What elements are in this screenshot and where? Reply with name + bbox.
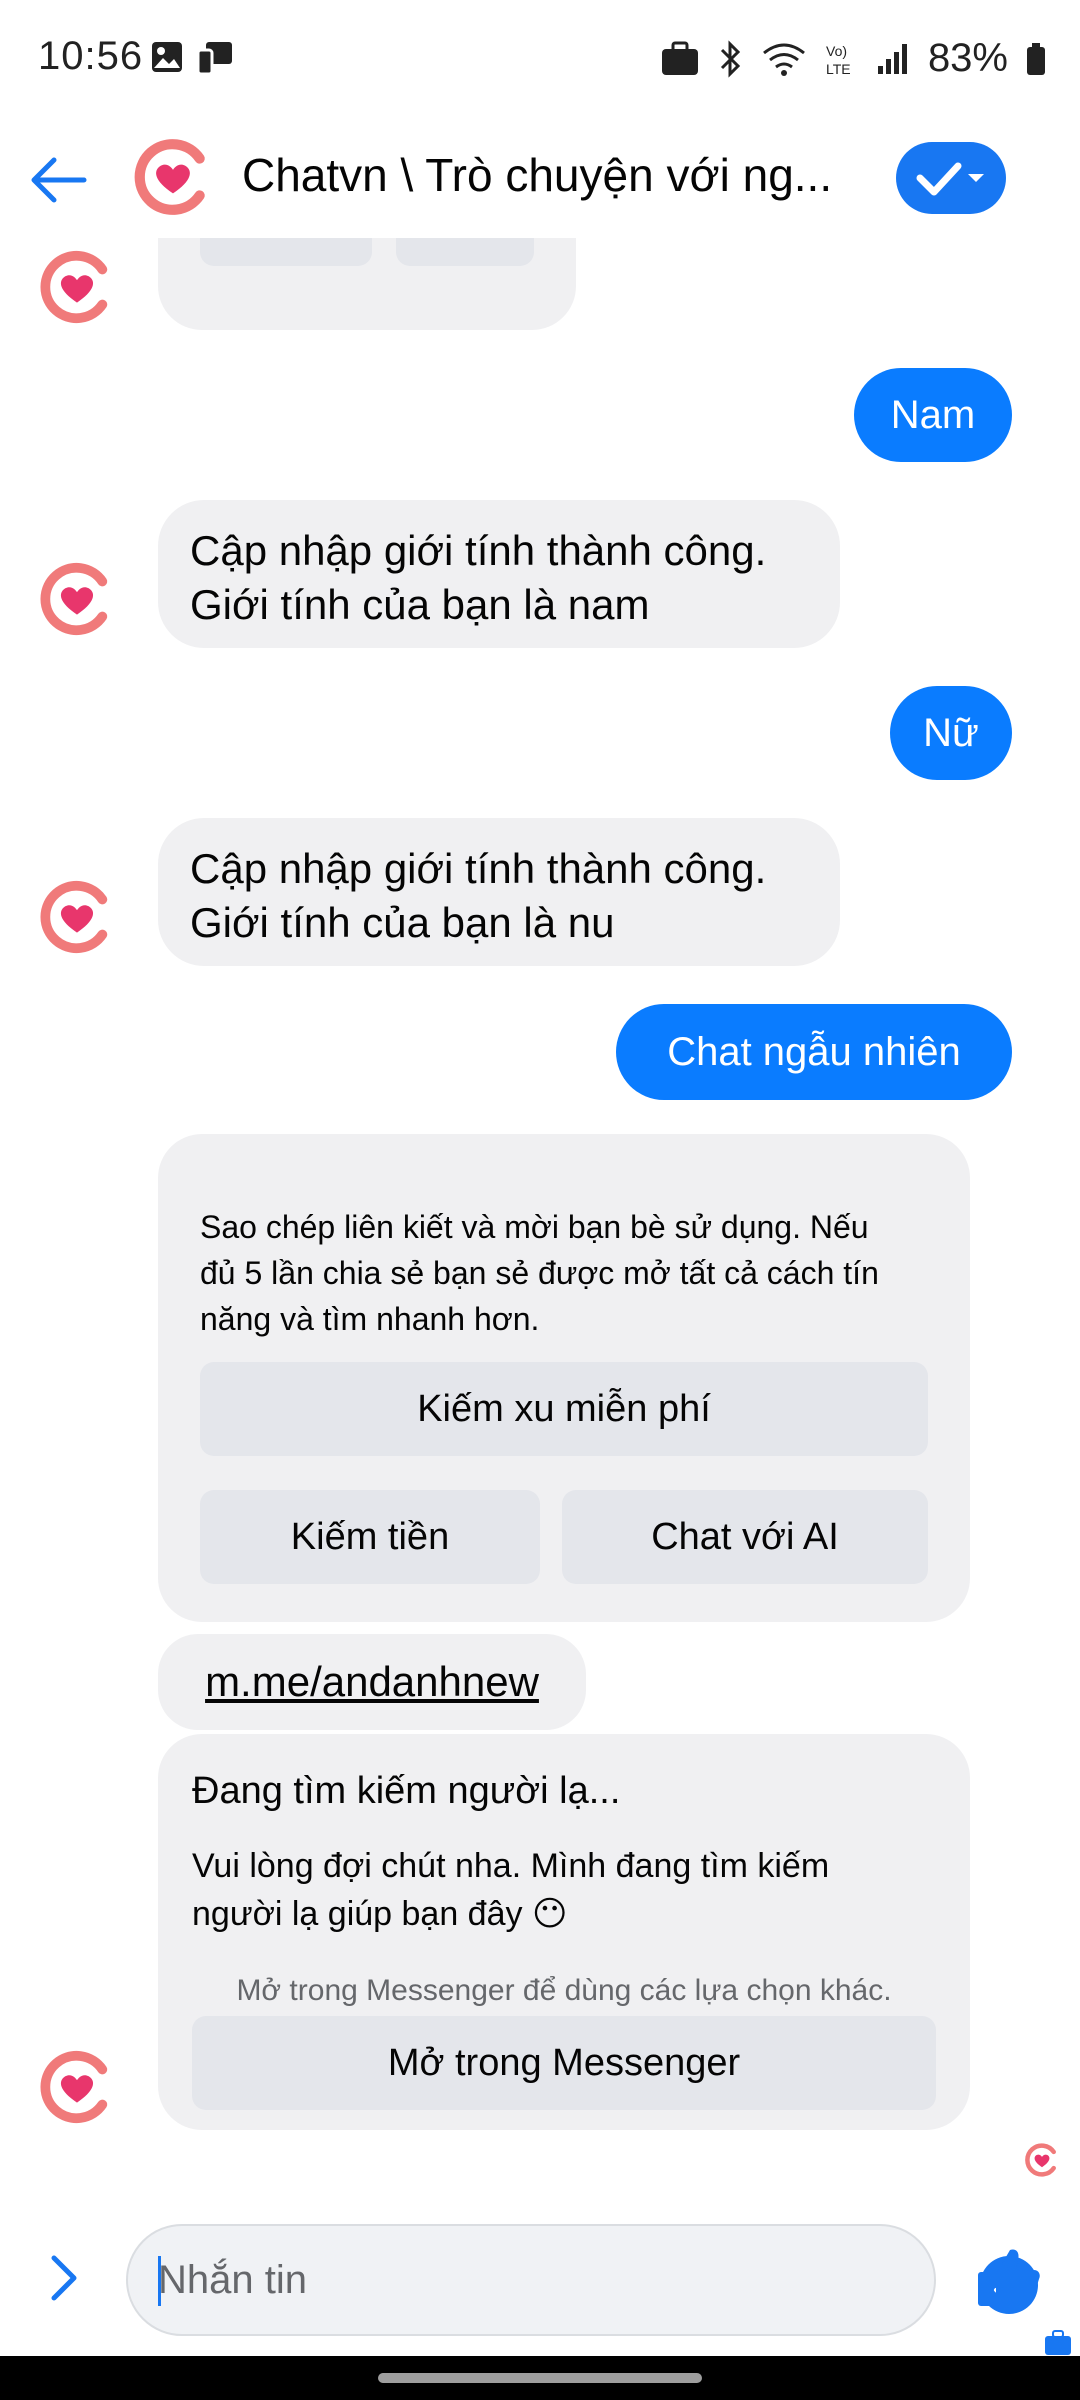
bot-avatar[interactable] bbox=[38, 248, 116, 326]
message-line: Cập nhập giới tính thành công. bbox=[190, 845, 767, 892]
message-line: Giới tính của bạn là nam bbox=[190, 581, 650, 628]
read-receipt-avatar bbox=[1025, 2143, 1056, 2177]
searching-card: Đang tìm kiếm người lạ... Vui lòng đợi c… bbox=[158, 1734, 970, 2130]
bot-avatar[interactable] bbox=[38, 878, 116, 956]
device-icon bbox=[196, 42, 232, 74]
svg-text:LTE: LTE bbox=[826, 61, 851, 77]
incoming-message[interactable]: Cập nhập giới tính thành công. Giới tính… bbox=[158, 818, 840, 966]
briefcase-icon bbox=[661, 41, 698, 75]
bot-avatar[interactable] bbox=[38, 560, 116, 638]
outgoing-message[interactable]: Nam bbox=[854, 368, 1012, 462]
message-placeholder: Nhắn tin bbox=[158, 2258, 307, 2302]
status-time: 10:56 bbox=[38, 34, 144, 78]
searching-title: Đang tìm kiếm người lạ... bbox=[192, 1770, 621, 1812]
outgoing-message[interactable]: Nữ bbox=[890, 686, 1012, 780]
bluetooth-icon bbox=[720, 39, 741, 78]
previous-card-button[interactable] bbox=[200, 238, 372, 266]
back-arrow-icon[interactable] bbox=[26, 148, 90, 212]
battery-icon bbox=[1027, 42, 1045, 75]
share-link[interactable]: m.me/andanhnew bbox=[158, 1634, 586, 1730]
signal-icon bbox=[877, 43, 907, 74]
check-dropdown-icon bbox=[916, 162, 984, 196]
battery-percent: 83% bbox=[927, 36, 1008, 80]
svg-text:Vo): Vo) bbox=[826, 43, 847, 59]
wifi-icon bbox=[763, 43, 805, 76]
chevron-right-icon[interactable] bbox=[36, 2250, 92, 2306]
invite-card: Sao chép liên kiết và mời bạn bè sử dụng… bbox=[158, 1134, 970, 1622]
home-gesture-handle[interactable] bbox=[378, 2373, 702, 2383]
message-line: Cập nhập giới tính thành công. bbox=[190, 527, 767, 574]
previous-card-button[interactable] bbox=[396, 238, 534, 266]
thumbs-up-icon[interactable] bbox=[976, 2244, 1042, 2310]
composer: Nhắn tin bbox=[0, 2218, 1080, 2355]
message-input[interactable]: Nhắn tin bbox=[126, 2224, 1038, 2336]
earn-money-button[interactable]: Kiếm tiền bbox=[200, 1490, 540, 1584]
previous-card bbox=[158, 238, 576, 330]
incoming-message[interactable]: Cập nhập giới tính thành công. Giới tính… bbox=[158, 500, 840, 648]
page-title[interactable]: Chatvn \ Trò chuyện với ng... bbox=[242, 148, 842, 202]
image-icon bbox=[152, 42, 182, 72]
briefcase-icon bbox=[1045, 2330, 1071, 2355]
volte-icon: Vo) LTE bbox=[826, 43, 851, 77]
earn-free-coins-button[interactable]: Kiếm xu miễn phí bbox=[200, 1362, 928, 1456]
searching-body: Vui lòng đợi chút nha. Mình đang tìm kiế… bbox=[192, 1847, 830, 1933]
outgoing-message[interactable]: Chat ngẫu nhiên bbox=[616, 1004, 1012, 1100]
invite-text: Sao chép liên kiết và mời bạn bè sử dụng… bbox=[200, 1209, 879, 1337]
chat-with-ai-button[interactable]: Chat với AI bbox=[562, 1490, 928, 1584]
status-bar: 10:56 Vo) LTE 83% bbox=[0, 0, 1080, 118]
message-line: Giới tính của bạn là nu bbox=[190, 899, 615, 946]
open-in-messenger-button[interactable]: Mở trong Messenger bbox=[192, 2016, 936, 2110]
chatvn-avatar[interactable] bbox=[132, 136, 214, 218]
options-button[interactable] bbox=[896, 142, 1006, 214]
bot-avatar[interactable] bbox=[38, 2048, 116, 2126]
chat-header: Chatvn \ Trò chuyện với ng... bbox=[0, 118, 1080, 238]
message-list[interactable]: Nam Cập nhập giới tính thành công. Giới … bbox=[0, 238, 1080, 2218]
open-hint: Mở trong Messenger để dùng các lựa chọn … bbox=[236, 1974, 892, 2007]
